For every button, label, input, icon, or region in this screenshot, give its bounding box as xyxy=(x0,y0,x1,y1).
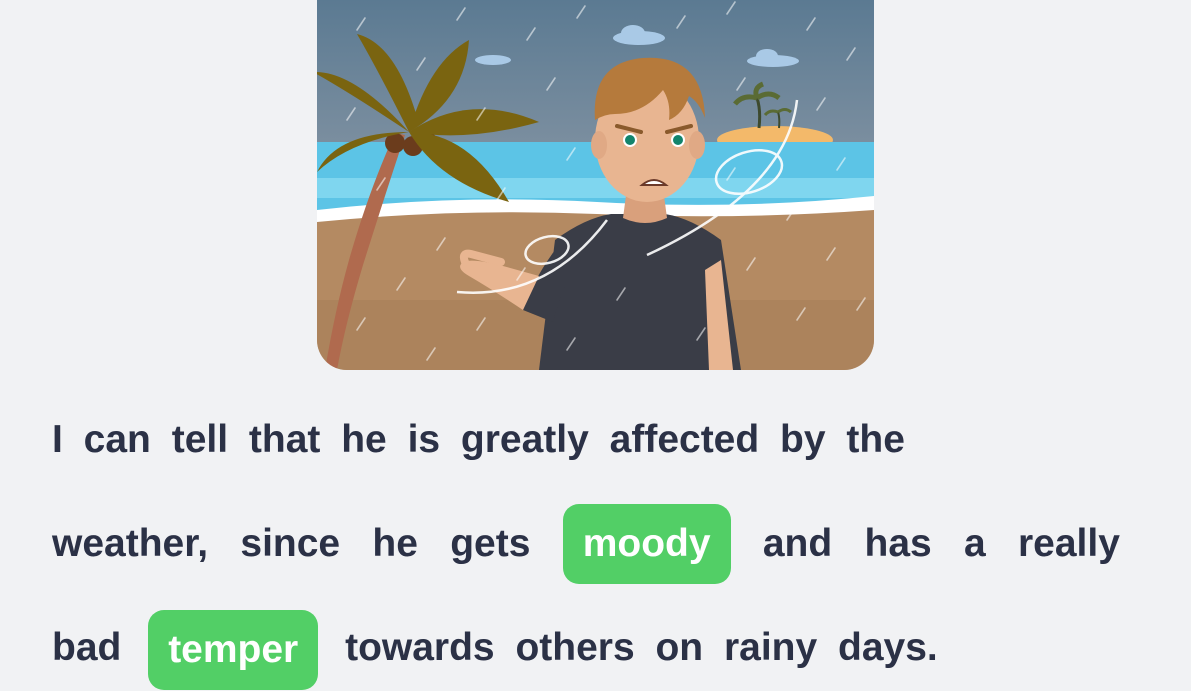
rainy-beach-man-illustration xyxy=(317,0,874,370)
sentence-line-3: bad temper towards others on rainy days. xyxy=(52,596,1132,691)
sentence-line-1: I can tell that he is greatly affected b… xyxy=(52,418,905,461)
sentence-word: weather, xyxy=(52,522,209,565)
sentence-word: bad xyxy=(52,626,122,669)
sentence-word: a xyxy=(964,522,986,565)
sentence-word: has xyxy=(864,522,932,565)
exercise-sentence: I can tell that he is greatly affected b… xyxy=(52,388,1132,691)
sentence-line-2: weather, since he gets moody and has a r… xyxy=(52,492,1120,596)
answer-chip-temper[interactable]: temper xyxy=(148,609,319,690)
sentence-word: he xyxy=(372,522,418,565)
sentence-word: since xyxy=(240,522,341,565)
answer-chip-moody[interactable]: moody xyxy=(562,504,731,584)
sentence-word: gets xyxy=(450,522,531,565)
sentence-word: really xyxy=(1018,522,1120,565)
sentence-word: and xyxy=(762,522,833,565)
illustration-svg xyxy=(317,0,874,370)
exercise-stage: I can tell that he is greatly affected b… xyxy=(0,0,1191,691)
sentence-word: towards others on rainy days. xyxy=(345,626,938,669)
